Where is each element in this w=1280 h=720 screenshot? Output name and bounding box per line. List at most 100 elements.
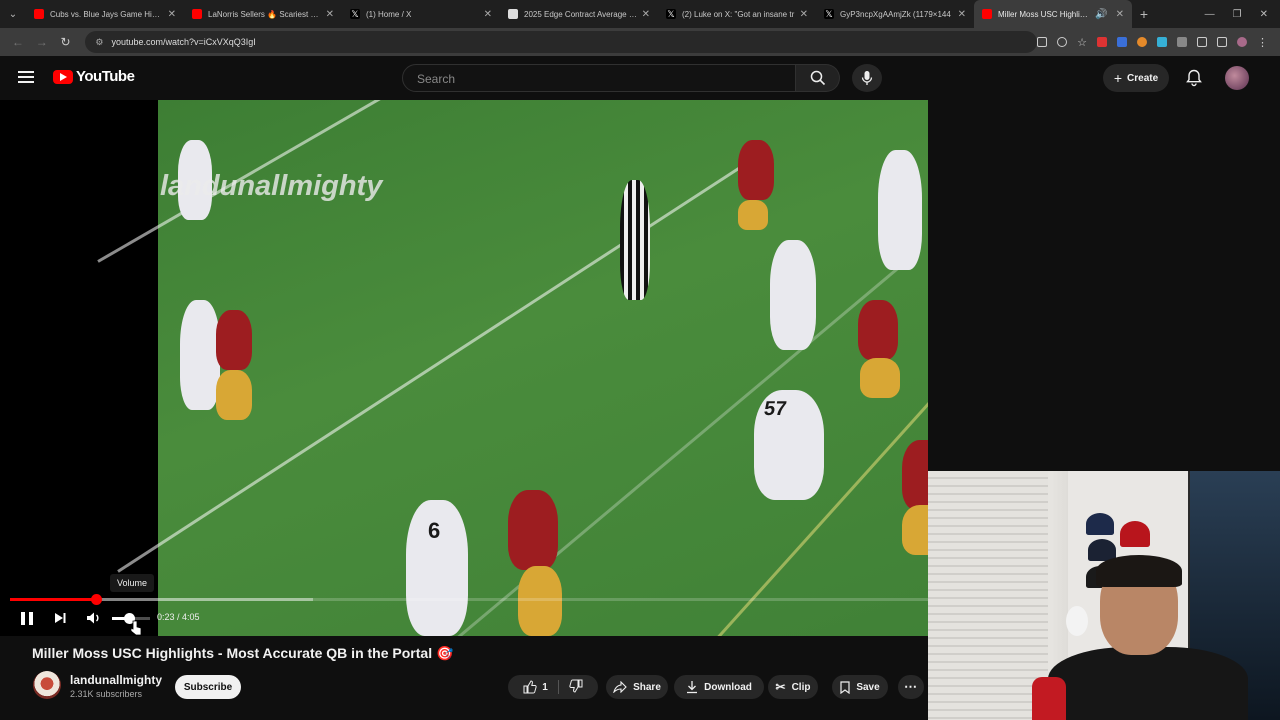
thumbs-down-icon bbox=[569, 679, 583, 693]
pause-button[interactable] bbox=[18, 608, 36, 628]
document-favicon-icon bbox=[508, 9, 518, 19]
mouse-pointer-icon bbox=[130, 620, 142, 636]
close-tab-icon[interactable]: ✕ bbox=[958, 9, 966, 20]
close-tab-icon[interactable]: ✕ bbox=[484, 9, 492, 20]
youtube-favicon-icon bbox=[34, 9, 44, 19]
next-button[interactable] bbox=[52, 608, 68, 628]
restore-icon[interactable]: ❐ bbox=[1233, 9, 1242, 20]
notifications-button[interactable] bbox=[1184, 68, 1204, 88]
url-field[interactable]: ⚙ youtube.com/watch?v=iCxVXqQ3IgI bbox=[85, 31, 1038, 53]
football-player bbox=[902, 505, 928, 555]
close-tab-icon[interactable]: ✕ bbox=[1116, 9, 1124, 20]
window-blind bbox=[928, 471, 1048, 720]
search-input[interactable]: Search bbox=[402, 64, 796, 92]
close-window-icon[interactable]: ✕ bbox=[1260, 9, 1268, 20]
close-tab-icon[interactable]: ✕ bbox=[168, 9, 176, 20]
pause-icon bbox=[21, 611, 25, 625]
download-label: Download bbox=[704, 681, 752, 693]
zoom-icon[interactable] bbox=[1057, 37, 1068, 47]
browser-tab[interactable]: 𝕏 (1) Home / X ✕ bbox=[342, 0, 500, 28]
video-title: Miller Moss USC Highlights - Most Accura… bbox=[32, 645, 454, 661]
time-display: 0:23 / 4:05 bbox=[157, 612, 200, 622]
more-actions-button[interactable]: ⋯ bbox=[898, 675, 924, 699]
browser-tab-active[interactable]: Miller Moss USC Highlights 🔊 ✕ bbox=[974, 0, 1132, 28]
extension-icon[interactable] bbox=[1117, 37, 1128, 47]
scrubber-handle[interactable] bbox=[91, 594, 103, 605]
divider bbox=[557, 680, 559, 694]
youtube-logo[interactable]: YouTube bbox=[53, 68, 135, 85]
like-count: 1 bbox=[542, 681, 548, 693]
microphone-stand bbox=[1032, 677, 1066, 720]
share-label: Share bbox=[633, 681, 661, 693]
x-favicon-icon: 𝕏 bbox=[666, 9, 676, 19]
browser-tab-strip: ⌄ Cubs vs. Blue Jays Game Highlig ✕ LaNor… bbox=[0, 0, 1280, 28]
dislike-button[interactable] bbox=[569, 679, 583, 696]
channel-name[interactable]: landunallmighty bbox=[70, 673, 162, 687]
scissors-icon: ✂ bbox=[775, 680, 786, 694]
back-icon[interactable]: ← bbox=[6, 35, 30, 49]
football-player bbox=[858, 300, 898, 360]
extensions-puzzle-icon[interactable] bbox=[1197, 37, 1208, 47]
clip-button[interactable]: ✂ Clip bbox=[768, 675, 818, 699]
plush-panda bbox=[1066, 606, 1088, 636]
tab-title: GyP3ncpXgAAmjZk (1179×144 bbox=[840, 9, 951, 19]
tab-title: Cubs vs. Blue Jays Game Highlig bbox=[50, 9, 164, 19]
streamer-hair bbox=[1096, 555, 1182, 587]
clip-label: Clip bbox=[791, 681, 811, 693]
voice-search-button[interactable] bbox=[852, 64, 882, 92]
save-button[interactable]: Save bbox=[832, 675, 888, 699]
youtube-favicon-icon bbox=[982, 9, 992, 19]
site-info-icon[interactable]: ⚙ bbox=[95, 37, 103, 48]
screenshot-icon[interactable] bbox=[1037, 37, 1048, 47]
browser-menu-icon[interactable]: ⋮ bbox=[1257, 36, 1268, 49]
progress-bar[interactable] bbox=[10, 594, 928, 605]
create-button[interactable]: + Create bbox=[1103, 64, 1169, 92]
like-dislike-group: 1 bbox=[508, 675, 598, 699]
forward-icon[interactable]: → bbox=[30, 35, 54, 49]
volume-tooltip: Volume bbox=[110, 574, 154, 592]
bookmark-star-icon[interactable]: ☆ bbox=[1077, 36, 1087, 49]
browser-tab[interactable]: 2025 Edge Contract Average Ra ✕ bbox=[500, 0, 658, 28]
profile-icon[interactable] bbox=[1237, 37, 1248, 47]
search-button[interactable] bbox=[796, 64, 840, 92]
extension-icon[interactable] bbox=[1177, 37, 1188, 47]
video-player[interactable]: 57 6 3 R landunallmighty Volume 0:23 / 4… bbox=[0, 100, 928, 636]
extension-icon[interactable] bbox=[1137, 37, 1148, 47]
share-button[interactable]: Share bbox=[606, 675, 668, 699]
browser-tab[interactable]: 𝕏 (2) Luke on X: "Got an insane tr ✕ bbox=[658, 0, 816, 28]
minimize-icon[interactable]: — bbox=[1205, 9, 1215, 20]
youtube-play-icon bbox=[53, 69, 73, 84]
save-label: Save bbox=[856, 681, 880, 693]
download-button[interactable]: Download bbox=[674, 675, 764, 699]
tab-title: LaNorris Sellers 🔥 Scariest QB bbox=[208, 9, 322, 19]
close-tab-icon[interactable]: ✕ bbox=[800, 9, 808, 20]
browser-tab[interactable]: 𝕏 GyP3ncpXgAAmjZk (1179×144 ✕ bbox=[816, 0, 974, 28]
volume-icon bbox=[87, 612, 99, 624]
new-tab-icon[interactable]: + bbox=[1132, 6, 1156, 22]
cap-decoration bbox=[1086, 513, 1114, 535]
tab-audio-icon[interactable]: 🔊 bbox=[1095, 9, 1107, 20]
subscribe-button[interactable]: Subscribe bbox=[175, 675, 241, 699]
tab-title: 2025 Edge Contract Average Ra bbox=[524, 9, 638, 19]
browser-tab[interactable]: Cubs vs. Blue Jays Game Highlig ✕ bbox=[26, 0, 184, 28]
channel-avatar[interactable] bbox=[33, 671, 61, 699]
extension-icon[interactable] bbox=[1157, 37, 1168, 47]
browser-tab[interactable]: LaNorris Sellers 🔥 Scariest QB ✕ bbox=[184, 0, 342, 28]
share-icon bbox=[613, 681, 627, 693]
extensions-bar: ☆ ⋮ bbox=[1037, 36, 1274, 49]
close-tab-icon[interactable]: ✕ bbox=[642, 9, 650, 20]
like-button[interactable]: 1 bbox=[523, 680, 548, 694]
tab-title: (1) Home / X bbox=[366, 9, 412, 19]
tab-search-icon[interactable]: ⌄ bbox=[0, 0, 26, 28]
tab-title: Miller Moss USC Highlights bbox=[998, 9, 1092, 19]
menu-icon[interactable] bbox=[18, 71, 34, 83]
close-tab-icon[interactable]: ✕ bbox=[326, 9, 334, 20]
mute-button[interactable] bbox=[85, 608, 103, 628]
extension-icon[interactable] bbox=[1097, 37, 1108, 47]
account-avatar[interactable] bbox=[1225, 66, 1249, 90]
search-icon bbox=[810, 70, 825, 86]
reload-icon[interactable]: ↻ bbox=[54, 35, 78, 49]
x-favicon-icon: 𝕏 bbox=[824, 9, 834, 19]
football-player bbox=[738, 200, 768, 230]
tab-search-panel-icon[interactable] bbox=[1217, 37, 1228, 47]
